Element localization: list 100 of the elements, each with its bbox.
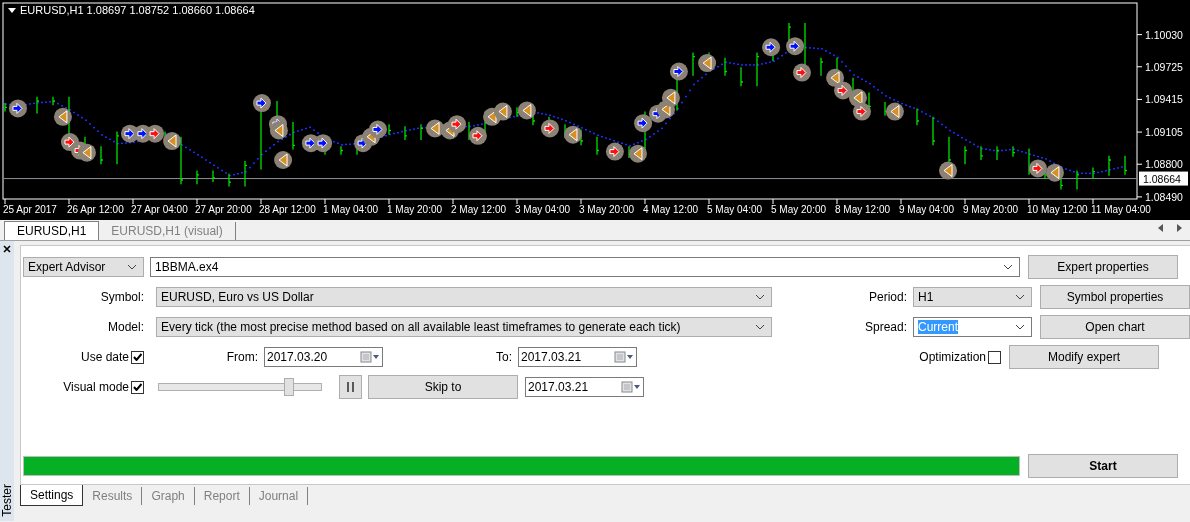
scroll-right-icon[interactable]	[1177, 224, 1182, 232]
trade-marker	[269, 121, 288, 140]
trade-marker	[786, 37, 805, 56]
price-axis-label: 1.09105	[1145, 126, 1183, 139]
time-axis-label: 5 May 20:00	[771, 204, 827, 215]
price-axis-label: 1.09725	[1145, 60, 1183, 73]
calendar-icon[interactable]	[360, 351, 380, 363]
chevron-icon	[755, 294, 765, 300]
price-axis-label: 1.10030	[1145, 28, 1183, 41]
date-field[interactable]: 2017.03.21	[525, 377, 644, 397]
checkbox[interactable]	[131, 380, 144, 394]
chevron-icon	[127, 264, 137, 270]
tab[interactable]: Settings	[20, 485, 84, 506]
trade-marker	[53, 107, 72, 126]
trade-marker	[540, 119, 559, 138]
current-price-label: 1.08664	[1139, 171, 1188, 186]
field-label: Model:	[106, 320, 145, 334]
checkbox[interactable]	[131, 350, 144, 364]
time-axis-label: 1 May 04:00	[323, 204, 379, 215]
date-field[interactable]: 2017.03.20	[264, 347, 383, 367]
checkbox-label: Use date	[79, 350, 130, 364]
time-axis-label: 28 Apr 12:00	[259, 204, 316, 215]
trade-marker	[163, 132, 182, 151]
pause-icon	[347, 382, 354, 392]
speed-slider[interactable]	[158, 378, 322, 396]
price-axis-label: 1.09415	[1145, 93, 1183, 106]
trade-marker	[564, 125, 582, 144]
time-axis-label: 26 Apr 12:00	[67, 204, 124, 215]
time-axis-label: 5 May 04:00	[707, 204, 763, 215]
calendar-icon[interactable]	[614, 351, 634, 363]
close-icon[interactable]	[3, 245, 11, 253]
trade-marker	[939, 161, 958, 180]
time-axis-label: 9 May 20:00	[963, 204, 1019, 215]
expert-type-dropdown[interactable]: Expert Advisor	[23, 257, 144, 277]
trade-marker	[517, 101, 536, 120]
trade-marker	[252, 94, 271, 113]
trade-marker	[634, 114, 653, 133]
time-axis-label: 10 May 12:00	[1027, 204, 1088, 215]
calendar-icon[interactable]	[621, 381, 641, 393]
tab[interactable]: Graph	[142, 487, 195, 505]
skip-to-button[interactable]: Skip to	[368, 375, 518, 399]
time-axis-label: 25 Apr 2017	[3, 204, 57, 215]
time-axis-label: 3 May 20:00	[579, 204, 635, 215]
trade-marker	[1028, 159, 1047, 178]
scroll-left-icon[interactable]	[1158, 224, 1163, 232]
field-label: Period:	[867, 290, 908, 304]
time-axis-label: 4 May 12:00	[643, 204, 699, 215]
trade-marker	[1045, 163, 1064, 182]
chevron-icon	[1015, 324, 1025, 330]
chart-tab[interactable]: EURUSD,H1	[4, 221, 100, 240]
trade-marker	[448, 115, 466, 134]
symbol-dropdown[interactable]: EURUSD, Euro vs US Dollar	[156, 287, 772, 307]
trade-marker	[368, 120, 387, 139]
field-label: From:	[225, 350, 259, 364]
panel-title: Tester	[0, 484, 14, 517]
tab[interactable]: Results	[83, 487, 143, 505]
tab[interactable]: Report	[194, 487, 250, 505]
trade-marker	[698, 54, 717, 73]
chevron-icon	[1015, 294, 1025, 300]
chart-title: EURUSD,H1 1.08697 1.08752 1.08660 1.08664	[20, 4, 255, 16]
trade-marker	[834, 81, 853, 100]
slider-thumb[interactable]	[284, 378, 295, 396]
date-field[interactable]: 2017.03.21	[518, 347, 637, 367]
trade-marker	[77, 143, 96, 162]
trade-marker	[792, 63, 811, 82]
trade-marker	[146, 124, 165, 143]
trade-marker	[852, 102, 871, 121]
expert-file-dropdown[interactable]: 1BBMA.ex4	[150, 257, 1020, 277]
time-axis-label: 11 May 04:00	[1091, 204, 1151, 215]
time-axis-label: 1 May 20:00	[387, 204, 443, 215]
time-axis-label: 27 Apr 20:00	[195, 204, 252, 215]
trade-marker	[628, 144, 647, 163]
trade-marker	[762, 38, 781, 57]
expert-properties-button[interactable]: Expert properties	[1028, 255, 1178, 279]
chevron-icon	[1003, 264, 1013, 270]
time-axis-label: 8 May 12:00	[835, 204, 891, 215]
checkbox-label: Optimization	[918, 350, 987, 364]
field-label: Spread:	[863, 320, 908, 334]
price-axis-label: 1.08800	[1145, 158, 1183, 171]
symbol-properties-button[interactable]: Symbol properties	[1040, 285, 1190, 309]
start-button[interactable]: Start	[1028, 454, 1178, 478]
checkbox-label: Visual mode	[62, 380, 130, 394]
time-axis-label: 2 May 12:00	[451, 204, 507, 215]
trade-marker	[605, 142, 624, 161]
open-chart-button[interactable]: Open chart	[1040, 315, 1190, 339]
checkbox[interactable]	[988, 350, 1001, 364]
dropdown-icon[interactable]	[8, 8, 16, 13]
time-axis-label: 27 Apr 04:00	[131, 204, 188, 215]
tab[interactable]: Journal	[249, 487, 309, 505]
model-dropdown[interactable]: Every tick (the most precise method based on all available least timeframes to generate each tick)	[156, 317, 772, 337]
trade-marker	[669, 62, 688, 81]
field-label: Symbol:	[99, 290, 145, 304]
trade-marker	[826, 68, 845, 87]
price-axis-label: 1.08490	[1145, 190, 1183, 203]
modify-expert-button[interactable]: Modify expert	[1009, 345, 1159, 369]
trade-marker	[468, 126, 487, 145]
trade-marker	[314, 134, 333, 153]
trade-marker	[274, 151, 293, 169]
period-dropdown[interactable]: H1	[913, 287, 1032, 307]
pause-button[interactable]	[339, 375, 362, 399]
